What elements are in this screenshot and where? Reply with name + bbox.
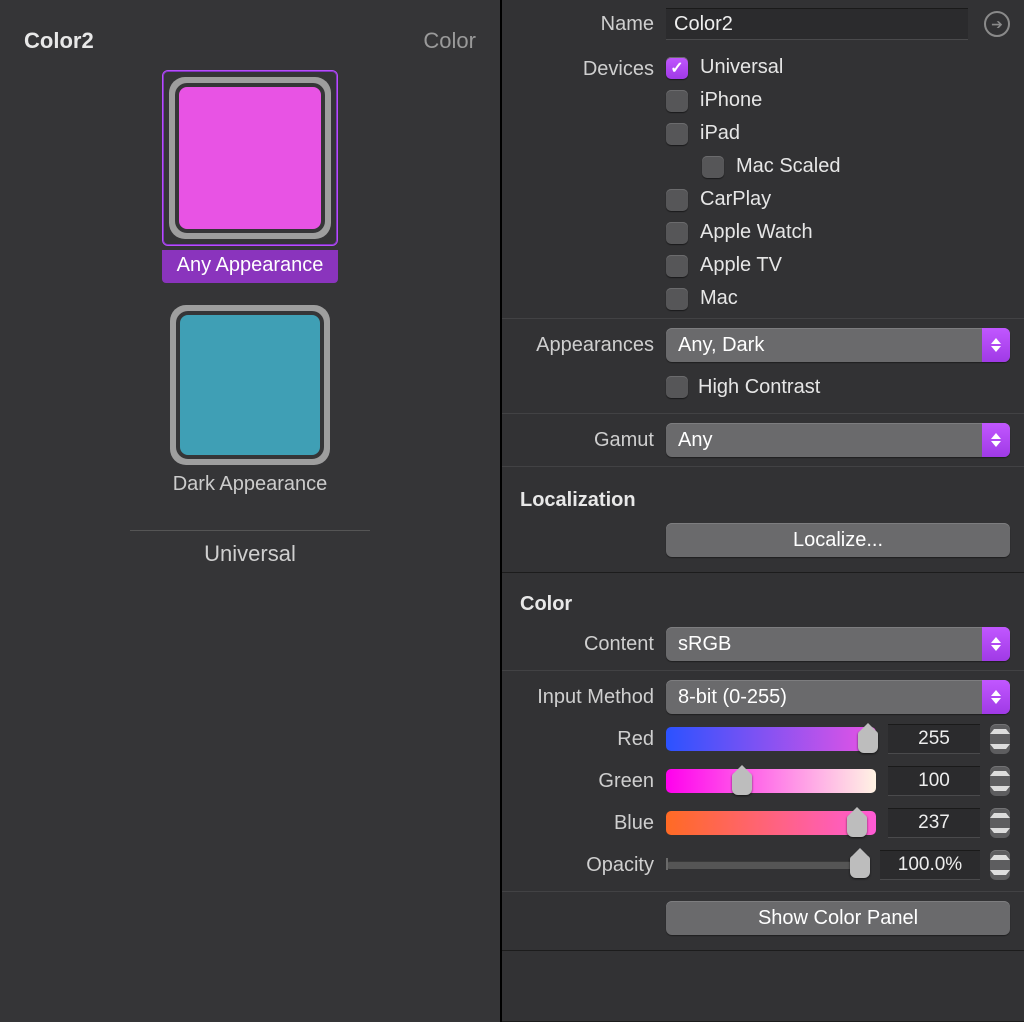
chevron-updown-icon xyxy=(982,627,1010,661)
show-color-panel-button[interactable]: Show Color Panel xyxy=(666,901,1010,935)
green-stepper[interactable] xyxy=(990,766,1010,796)
red-slider[interactable] xyxy=(666,727,876,751)
localization-title: Localization xyxy=(516,475,1010,516)
asset-canvas: Color2 Color Any Appearance Dark Appeara… xyxy=(0,0,502,1022)
name-input[interactable] xyxy=(666,8,968,40)
localize-button[interactable]: Localize... xyxy=(666,523,1010,557)
device-label: Mac xyxy=(700,287,738,310)
red-stepper[interactable] xyxy=(990,724,1010,754)
devices-label: Devices xyxy=(516,56,666,81)
appearances-value: Any, Dark xyxy=(678,334,764,357)
opacity-label: Opacity xyxy=(516,854,666,877)
green-value-input[interactable] xyxy=(888,766,980,796)
swatch-dark-appearance[interactable] xyxy=(162,305,338,465)
green-slider[interactable] xyxy=(666,769,876,793)
asset-type-label: Color xyxy=(423,28,476,54)
chevron-updown-icon xyxy=(982,423,1010,457)
input-method-label: Input Method xyxy=(516,686,666,709)
gamut-value: Any xyxy=(678,429,712,452)
green-label: Green xyxy=(516,770,666,793)
content-popup[interactable]: sRGB xyxy=(666,627,1010,661)
swatch-color-dark xyxy=(176,311,324,459)
checkbox-apple-tv[interactable] xyxy=(666,255,688,277)
checkbox-apple-watch[interactable] xyxy=(666,222,688,244)
device-label: Apple TV xyxy=(700,254,782,277)
checkbox-iphone[interactable] xyxy=(666,90,688,112)
blue-slider[interactable] xyxy=(666,811,876,835)
swatch-color-any xyxy=(175,83,325,233)
name-label: Name xyxy=(516,13,666,36)
divider xyxy=(130,530,370,531)
swatch-any-appearance[interactable] xyxy=(162,70,338,246)
appearances-popup[interactable]: Any, Dark xyxy=(666,328,1010,362)
checkbox-mac-scaled[interactable] xyxy=(702,156,724,178)
checkbox-universal[interactable] xyxy=(666,57,688,79)
swatch-label-dark: Dark Appearance xyxy=(162,469,338,502)
opacity-value-input[interactable] xyxy=(880,850,980,880)
content-label: Content xyxy=(516,633,666,656)
device-label: iPhone xyxy=(700,89,762,112)
gamut-popup[interactable]: Any xyxy=(666,423,1010,457)
swatch-label-any: Any Appearance xyxy=(162,250,338,283)
chevron-updown-icon xyxy=(982,328,1010,362)
opacity-stepper[interactable] xyxy=(990,850,1010,880)
gamut-label: Gamut xyxy=(516,429,666,452)
checkbox-high-contrast[interactable] xyxy=(666,376,688,398)
group-label: Universal xyxy=(204,541,296,567)
device-label: Apple Watch xyxy=(700,221,813,244)
high-contrast-label: High Contrast xyxy=(698,376,820,399)
device-label: iPad xyxy=(700,122,740,145)
blue-value-input[interactable] xyxy=(888,808,980,838)
attributes-inspector: Name ➔ Devices Universal iPhone iPad xyxy=(502,0,1024,1022)
red-value-input[interactable] xyxy=(888,724,980,754)
checkbox-mac[interactable] xyxy=(666,288,688,310)
content-value: sRGB xyxy=(678,633,731,656)
input-method-popup[interactable]: 8-bit (0-255) xyxy=(666,680,1010,714)
appearances-label: Appearances xyxy=(516,334,666,357)
opacity-slider[interactable] xyxy=(666,861,868,869)
blue-stepper[interactable] xyxy=(990,808,1010,838)
device-label: Mac Scaled xyxy=(736,155,841,178)
checkbox-carplay[interactable] xyxy=(666,189,688,211)
red-label: Red xyxy=(516,728,666,751)
chevron-updown-icon xyxy=(982,680,1010,714)
slider-thumb xyxy=(850,856,870,878)
color-section-title: Color xyxy=(516,579,1010,620)
input-method-value: 8-bit (0-255) xyxy=(678,686,787,709)
asset-title: Color2 xyxy=(24,28,94,54)
device-label: CarPlay xyxy=(700,188,771,211)
device-label: Universal xyxy=(700,56,783,79)
checkbox-ipad[interactable] xyxy=(666,123,688,145)
next-arrow-icon[interactable]: ➔ xyxy=(984,11,1010,37)
blue-label: Blue xyxy=(516,812,666,835)
